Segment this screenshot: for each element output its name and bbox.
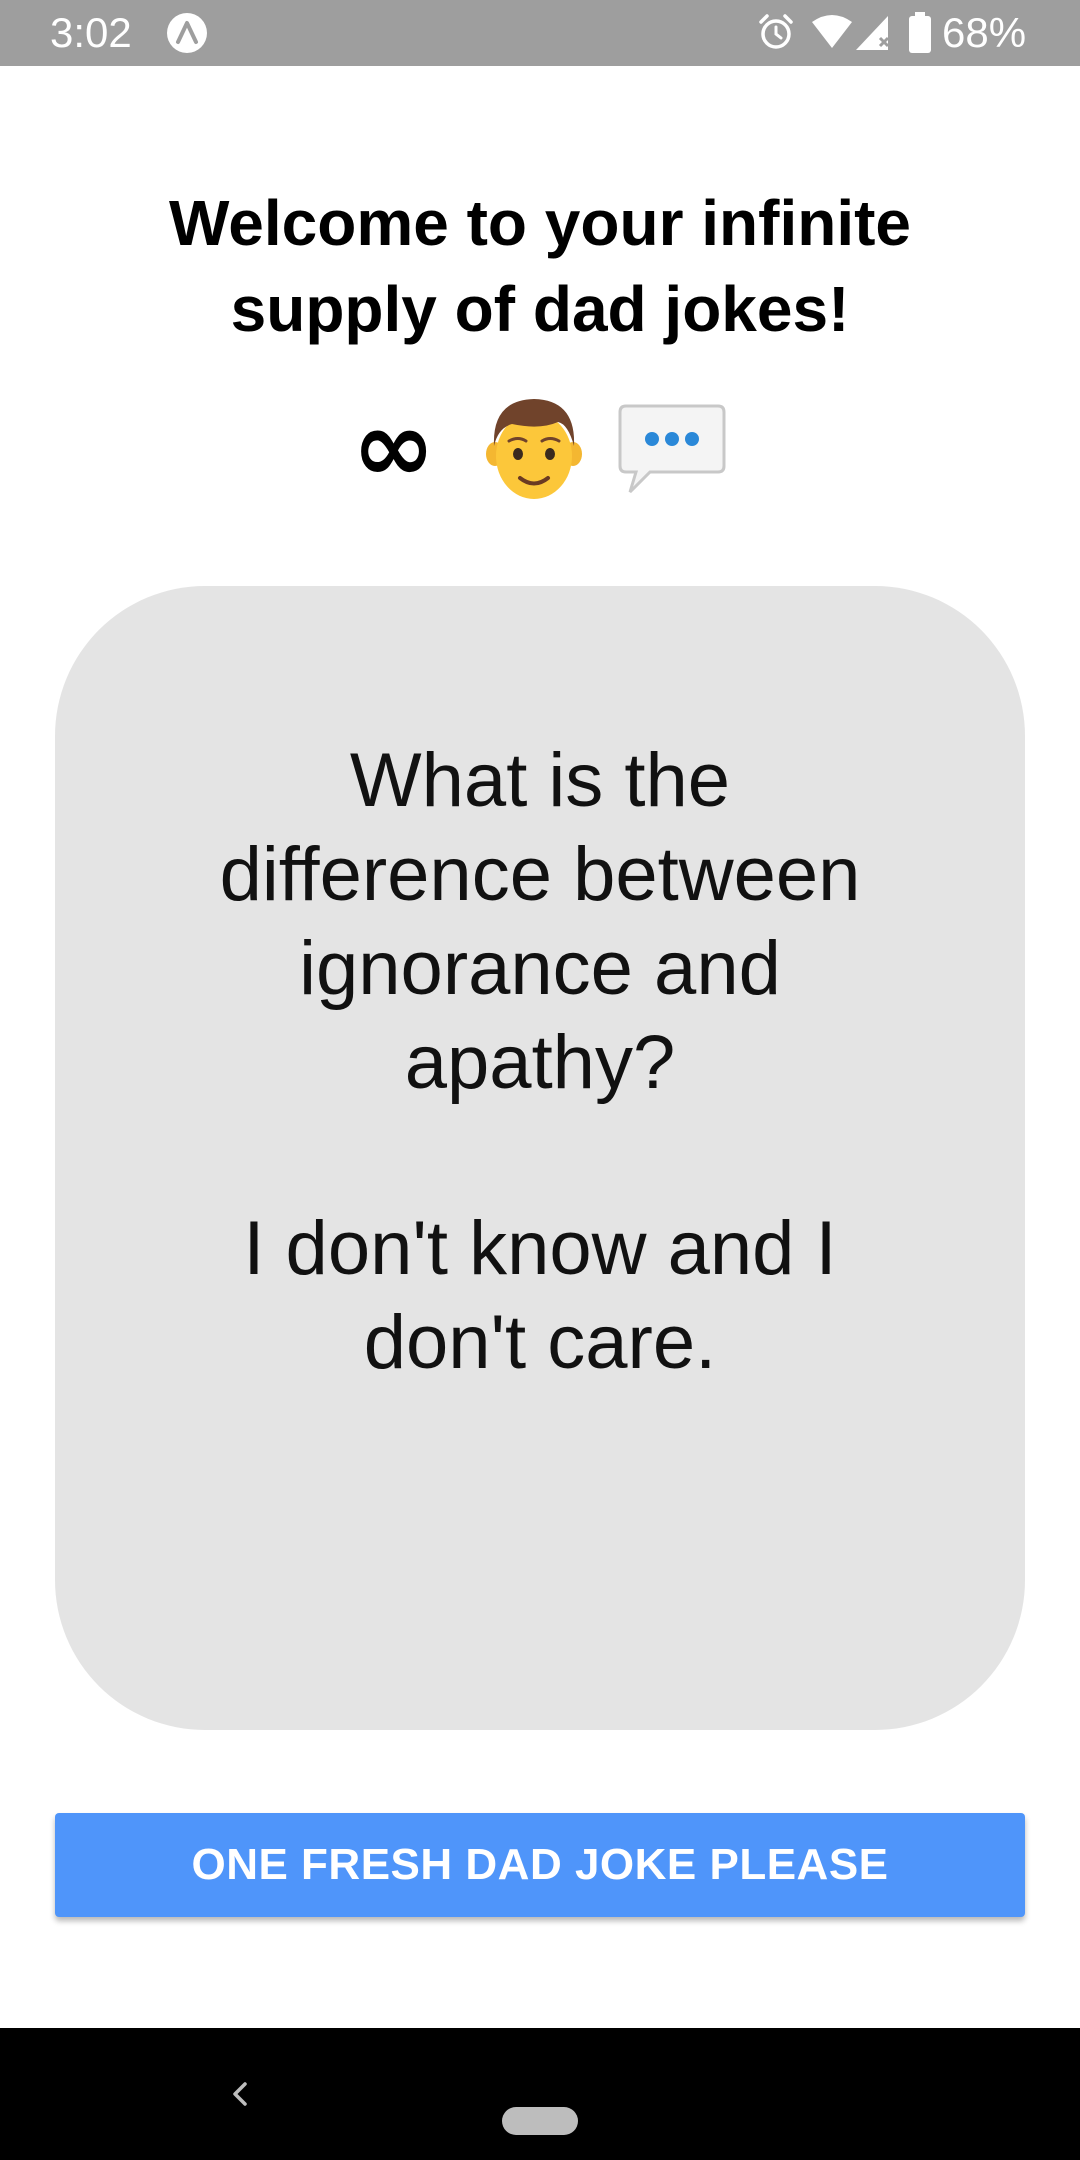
man-icon — [486, 399, 582, 499]
emoji-row: ∞ — [340, 388, 740, 508]
signal-icon — [856, 16, 890, 50]
home-pill[interactable] — [502, 2107, 578, 2135]
battery-icon — [909, 12, 931, 53]
joke-setup-text: What is the difference between ignorance… — [219, 738, 861, 1105]
app-screen: 3:02 68% Welcome to your infinite supply… — [0, 0, 1080, 2160]
status-time: 3:02 — [50, 9, 132, 56]
status-bar: 3:02 68% — [0, 0, 1080, 66]
infinity-icon: ∞ — [352, 388, 436, 505]
alarm-icon — [759, 14, 793, 49]
speech-bubble-icon — [618, 404, 726, 494]
joke-punchline-text: I don't know and I don't care. — [243, 1206, 837, 1385]
system-nav-bar — [0, 2028, 1080, 2160]
page-title: Welcome to your infinite supply of dad j… — [169, 187, 911, 345]
fresh-joke-button[interactable]: ONE FRESH DAD JOKE PLEASE — [55, 1813, 1025, 1917]
app-notification-icon — [167, 13, 207, 53]
battery-percentage: 68% — [942, 9, 1027, 56]
wifi-icon — [812, 15, 852, 48]
joke-card: What is the difference between ignorance… — [55, 586, 1025, 1730]
back-icon[interactable] — [218, 2072, 262, 2116]
